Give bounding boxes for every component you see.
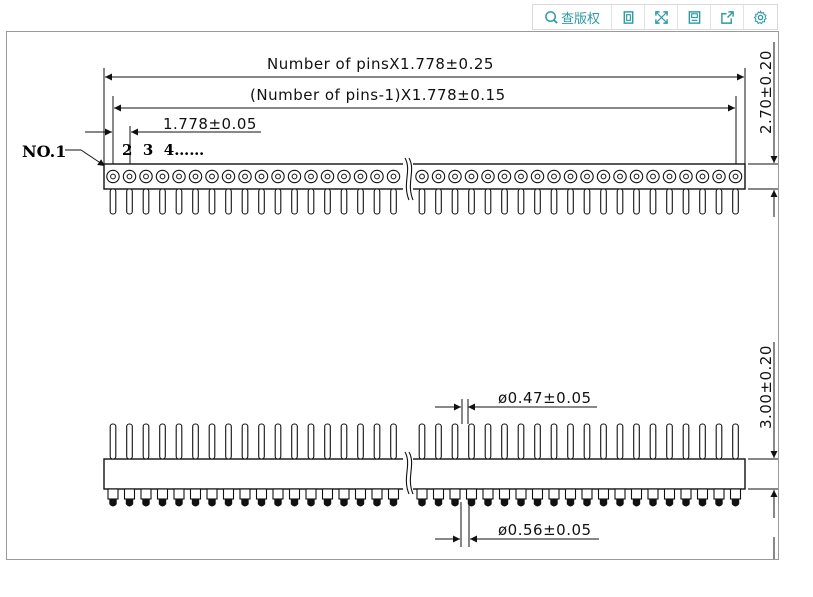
view-copyright-label: 查版权 <box>560 11 600 27</box>
break-marks <box>403 157 414 495</box>
top-view-pins <box>106 169 743 215</box>
dim-span-length: (Number of pins-1)X1.778±0.15 <box>250 86 506 104</box>
dim-pin-bottom-dia: ø0.56±0.05 <box>498 521 592 539</box>
dim-pin-top-length: 3.00±0.20 <box>757 345 775 429</box>
dim-pin-top-dia: ø0.47±0.05 <box>498 389 592 407</box>
share-icon <box>720 10 734 24</box>
label-pins-seq: 2 3 4…… <box>122 141 204 159</box>
copy-button[interactable] <box>612 5 645 29</box>
view-copyright-button[interactable]: 查版权 <box>533 5 612 29</box>
dim-total-length: Number of pinsX1.778±0.25 <box>267 55 494 73</box>
fullscreen-icon <box>654 10 668 24</box>
drawing-frame: Number of pinsX1.778±0.25 (Number of pin… <box>6 31 779 560</box>
connector-drawing: Number of pinsX1.778±0.25 (Number of pin… <box>22 42 778 559</box>
image-toolbar: 查版权 <box>532 4 778 30</box>
side-view-body <box>103 458 746 490</box>
settings-button[interactable] <box>744 5 777 29</box>
fullscreen-button[interactable] <box>645 5 678 29</box>
dim-pitch: 1.778±0.05 <box>163 115 257 133</box>
dim-body-height: 2.70±0.20 <box>757 50 775 134</box>
zoom-icon <box>545 10 558 24</box>
settings-icon <box>753 9 767 24</box>
save-icon <box>688 10 700 24</box>
share-button[interactable] <box>711 5 744 29</box>
copy-icon <box>623 10 633 24</box>
save-button[interactable] <box>678 5 711 29</box>
label-pin1: NO.1 <box>22 142 66 161</box>
